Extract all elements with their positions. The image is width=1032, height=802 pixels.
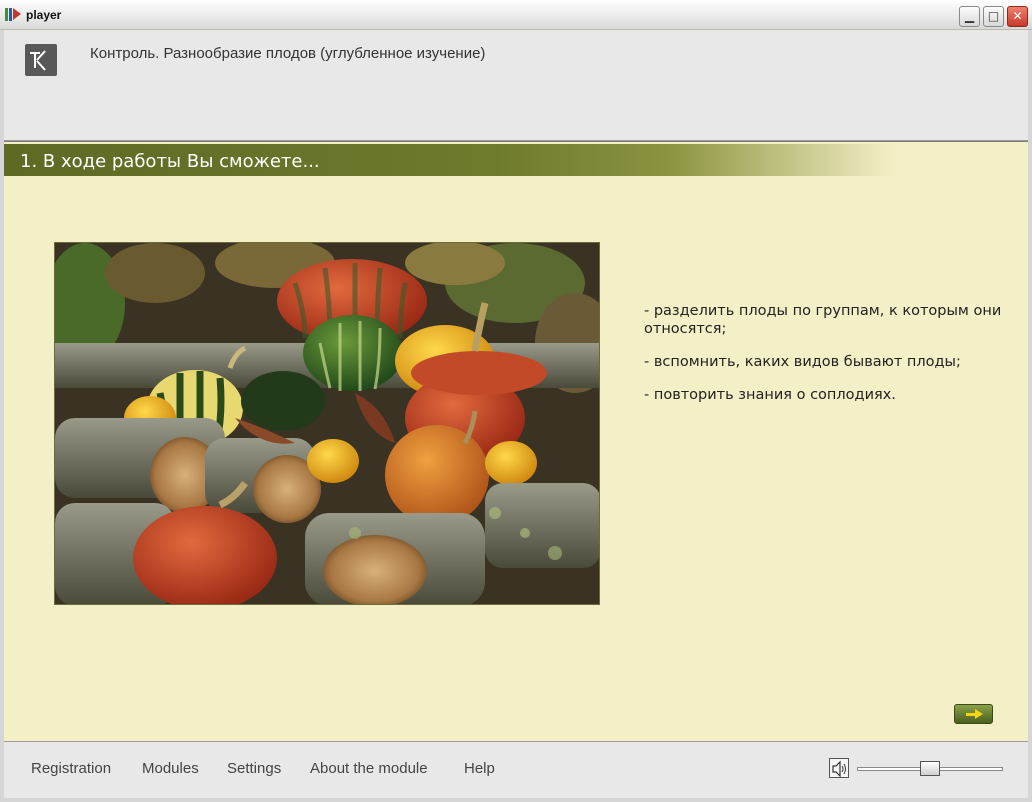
section-header: 1. В ходе работы Вы сможете... [4,144,894,176]
learning-goals: - разделить плоды по группам, к которым … [644,302,1014,419]
goal-item: - вспомнить, каких видов бывают плоды; [644,354,961,370]
volume-slider-thumb[interactable] [920,761,940,776]
maximize-button[interactable]: □ [983,6,1004,27]
menu-about-module[interactable]: About the module [310,760,428,777]
window-frame-right [1028,30,1032,802]
speaker-icon[interactable] [829,758,849,778]
section-title: 1. В ходе работы Вы сможете... [20,151,320,172]
goal-item: - разделить плоды по группам, к которым … [644,303,1002,337]
module-header: Контроль. Разнообразие плодов (углубленн… [4,31,1028,141]
k-logo [25,44,57,76]
close-button[interactable]: ✕ [1007,6,1028,27]
minimize-button[interactable]: ▁ [959,6,980,27]
squash-still-life-image [54,242,600,605]
module-title: Контроль. Разнообразие плодов (углубленн… [90,45,486,62]
menu-help[interactable]: Help [464,760,495,777]
goal-item: - повторить знания о соплодиях. [644,387,896,403]
next-button[interactable] [954,704,993,724]
lesson-content: 1. В ходе работы Вы сможете... - раздели… [4,141,1028,741]
menu-registration[interactable]: Registration [31,760,111,777]
menu-modules[interactable]: Modules [142,760,199,777]
bottom-bar: Registration Modules Settings About the … [4,741,1028,798]
window-frame-bottom [0,798,1032,802]
menu-settings[interactable]: Settings [227,760,281,777]
window-title: player [26,8,62,22]
window-titlebar[interactable]: player ▁ □ ✕ [0,0,1032,30]
player-app-icon [5,7,21,23]
